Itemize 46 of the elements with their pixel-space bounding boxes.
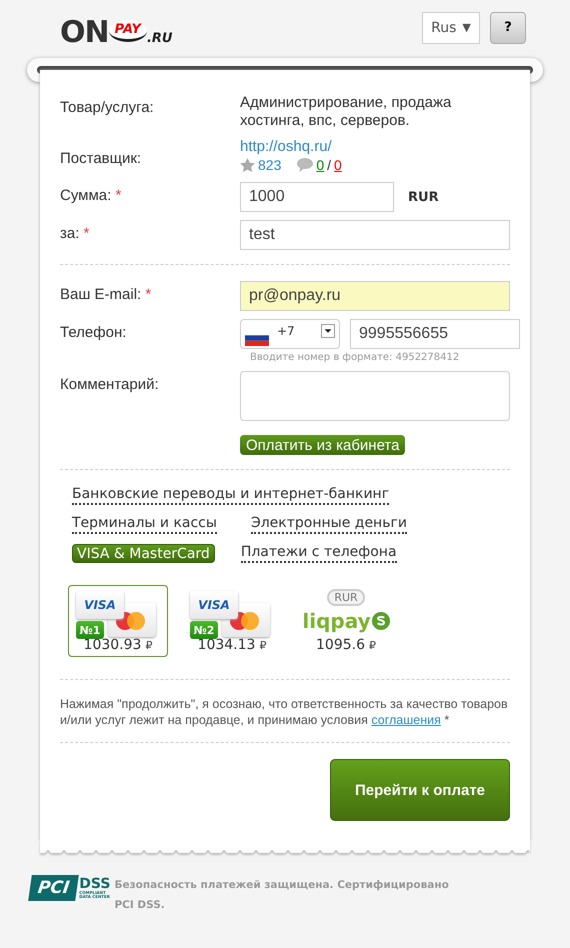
rating-count: 823: [258, 156, 282, 174]
payment-category-tab[interactable]: Электронные деньги: [250, 515, 407, 534]
currency-badge: RUR: [327, 589, 365, 606]
payment-category-tab[interactable]: Платежи с телефона: [240, 544, 397, 563]
agreement-link[interactable]: соглашения: [371, 713, 441, 727]
price-text: 1034.13 ₽: [198, 637, 266, 653]
security-note: Безопасность платежей защищена. Сертифицировано PCI DSS.: [114, 878, 450, 913]
payment-category-tab[interactable]: Терминалы и кассы: [72, 515, 217, 534]
visa-logo: VISA: [190, 591, 238, 619]
help-button[interactable]: ?: [490, 12, 526, 44]
visa-logo: VISA: [76, 591, 124, 619]
number-badge: №2: [190, 621, 218, 639]
country-code-dropdown[interactable]: +7: [240, 319, 340, 349]
field-label: Поставщик:: [60, 149, 142, 169]
comment-field[interactable]: [240, 371, 510, 421]
language-dropdown[interactable]: Rus ▼: [422, 12, 480, 44]
field-label: Товар/услуга:: [60, 98, 155, 118]
positive-reviews-link[interactable]: 0: [316, 156, 324, 174]
payment-category-tab[interactable]: VISA & MasterCard: [72, 544, 215, 563]
product-description: Администрирование, продажа хостинга, впс, серверов.: [240, 94, 452, 130]
pay-from-account-button[interactable]: Оплатить из кабинета: [240, 435, 406, 455]
price-text: 1030.93 ₽: [84, 637, 152, 653]
field-label: Телефон:: [60, 323, 128, 343]
proceed-to-payment-button[interactable]: Перейти к оплате: [330, 759, 510, 821]
amount-field[interactable]: 1000: [240, 182, 394, 212]
field-label: Ваш E-mail: *: [60, 285, 152, 305]
caret-icon: [321, 324, 335, 338]
number-badge: №1: [76, 621, 104, 639]
star-icon: [240, 158, 255, 172]
purpose-field[interactable]: test: [240, 220, 510, 250]
separator-text: /: [327, 156, 332, 174]
field-label: Сумма: *: [60, 186, 122, 206]
field-label: Комментарий:: [60, 375, 160, 395]
payment-category-tab[interactable]: Банковские переводы и интернет-банкинг: [72, 486, 390, 505]
price-text: 1095.6 ₽: [316, 637, 376, 653]
liqpay-logo: liqpay: [302, 606, 390, 635]
currency-label: RUR: [408, 190, 439, 207]
phone-hint: Вводите номер в формате: 4952278412: [250, 352, 460, 363]
phone-field[interactable]: 9995556655: [350, 319, 520, 349]
supplier-link[interactable]: http://oshq.ru/: [240, 138, 332, 155]
agreement-text: Нажимая "продолжить", я осознаю, что ответственность за качество товаров и/или услуг лежит на продавце, и принимаю условия соглашения *: [60, 696, 509, 728]
email-field[interactable]: pr@onpay.ru: [240, 281, 510, 311]
field-label: за: *: [60, 224, 90, 244]
payment-option[interactable]: VISA №1 1030.93 ₽: [68, 585, 168, 657]
comment-icon: [297, 158, 314, 172]
negative-reviews-link[interactable]: 0: [334, 156, 342, 174]
